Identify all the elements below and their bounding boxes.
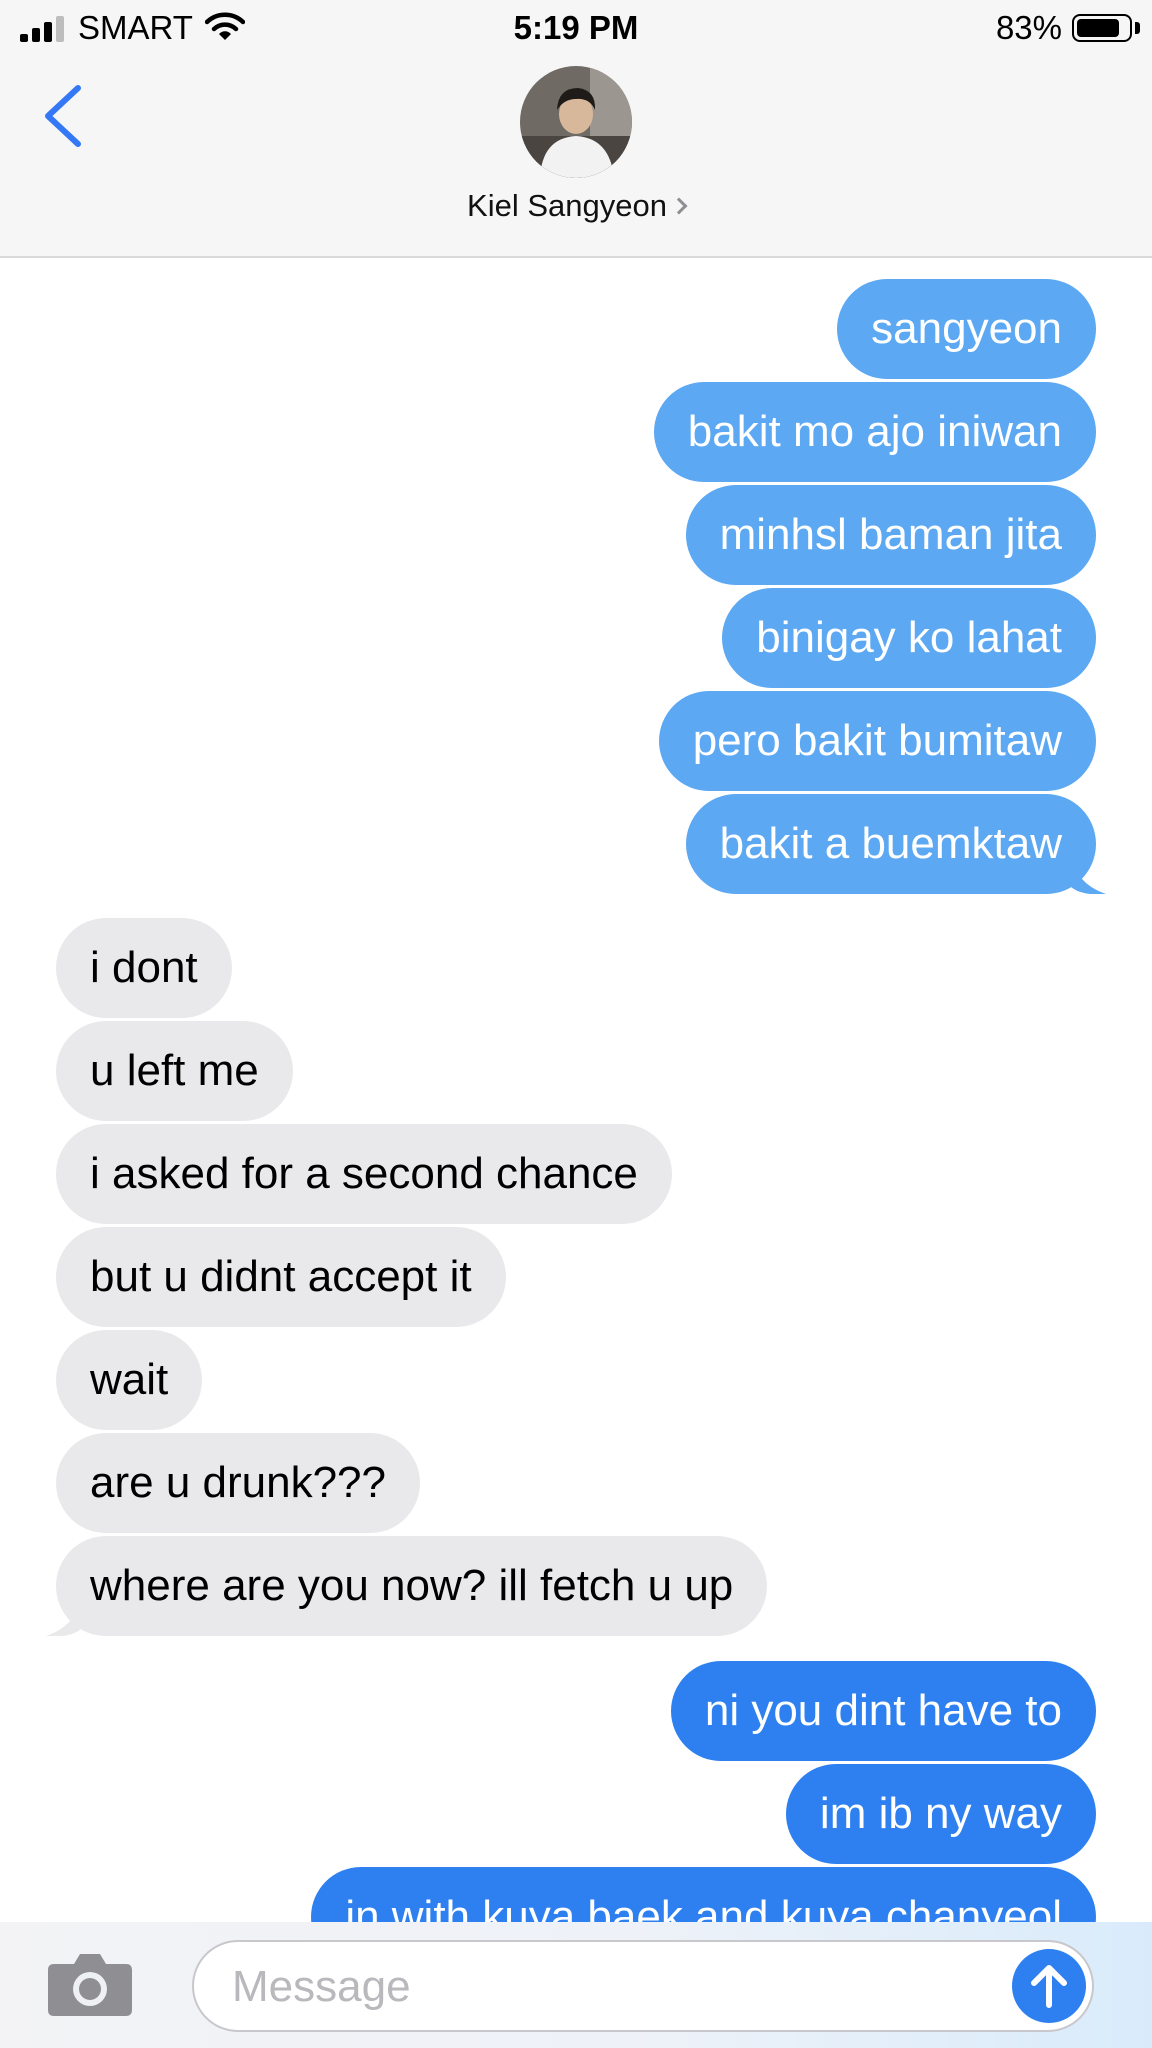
avatar[interactable] bbox=[520, 66, 632, 178]
message-text: bakit mo ajo iniwan bbox=[687, 407, 1062, 456]
message-text: sangyeon bbox=[871, 304, 1062, 353]
message-bubble-incoming[interactable]: wait bbox=[56, 1330, 203, 1430]
message-bubble-outgoing[interactable]: minhsl baman jita bbox=[685, 485, 1096, 585]
bubble-tail bbox=[46, 1596, 82, 1636]
bubble-tail bbox=[1070, 854, 1106, 894]
message-text: im ib ny way bbox=[819, 1789, 1062, 1838]
chevron-right-icon bbox=[670, 197, 688, 215]
contact-name-button[interactable]: Kiel Sangyeon bbox=[0, 188, 1152, 224]
message-text: bakit a buemktaw bbox=[719, 819, 1062, 868]
battery-cap bbox=[1135, 22, 1140, 34]
message-bubble-outgoing[interactable]: pero bakit bumitaw bbox=[658, 691, 1096, 791]
message-bubble-incoming[interactable]: but u didnt accept it bbox=[56, 1227, 506, 1327]
back-button[interactable] bbox=[36, 76, 96, 156]
message-text: u left me bbox=[90, 1046, 259, 1095]
message-text: pero bakit bumitaw bbox=[692, 716, 1062, 765]
battery-icon bbox=[1072, 14, 1132, 42]
message-text: are u drunk??? bbox=[90, 1458, 386, 1507]
battery-percent: 83% bbox=[995, 9, 1062, 46]
contact-name: Kiel Sangyeon bbox=[467, 188, 667, 223]
message-bubble-incoming[interactable]: u left me bbox=[56, 1021, 293, 1121]
message-bubble-outgoing[interactable]: sangyeon bbox=[837, 279, 1096, 379]
camera-icon bbox=[48, 1954, 132, 2016]
message-text: wait bbox=[90, 1355, 169, 1404]
message-text: binigay ko lahat bbox=[756, 613, 1062, 662]
message-bubble-incoming[interactable]: where are you now? ill fetch u up bbox=[56, 1536, 768, 1636]
camera-button[interactable] bbox=[46, 1952, 134, 2018]
message-text: where are you now? ill fetch u up bbox=[90, 1561, 734, 1610]
message-composer bbox=[0, 1922, 1152, 2048]
status-bar: SMART 5:19 PM 83% bbox=[0, 0, 1152, 58]
message-bubble-outgoing[interactable]: binigay ko lahat bbox=[722, 588, 1096, 688]
message-input[interactable] bbox=[230, 1954, 974, 2020]
message-bubble-outgoing[interactable]: ni you dint have to bbox=[670, 1661, 1096, 1761]
status-time: 5:19 PM bbox=[513, 9, 639, 46]
message-bubble-incoming[interactable]: are u drunk??? bbox=[56, 1433, 420, 1533]
message-bubble-outgoing[interactable]: bakit a buemktaw bbox=[685, 794, 1096, 894]
message-text: i dont bbox=[90, 943, 198, 992]
chevron-left-icon bbox=[45, 85, 81, 147]
message-field[interactable] bbox=[192, 1940, 1094, 2032]
message-text: but u didnt accept it bbox=[90, 1252, 472, 1301]
message-text: minhsl baman jita bbox=[719, 510, 1062, 559]
message-bubble-outgoing[interactable]: im ib ny way bbox=[785, 1764, 1096, 1864]
send-button[interactable] bbox=[1012, 1949, 1086, 2023]
conversation-header: Kiel Sangyeon bbox=[0, 58, 1152, 258]
message-text: ni you dint have to bbox=[704, 1686, 1062, 1735]
message-bubble-outgoing[interactable]: bakit mo ajo iniwan bbox=[653, 382, 1096, 482]
avatar-photo bbox=[520, 66, 632, 178]
message-bubble-incoming[interactable]: i asked for a second chance bbox=[56, 1124, 672, 1224]
battery-level-fill bbox=[1077, 19, 1119, 37]
message-bubble-incoming[interactable]: i dont bbox=[56, 918, 232, 1018]
message-text: i asked for a second chance bbox=[90, 1149, 638, 1198]
arrow-up-icon bbox=[1031, 1965, 1067, 2008]
